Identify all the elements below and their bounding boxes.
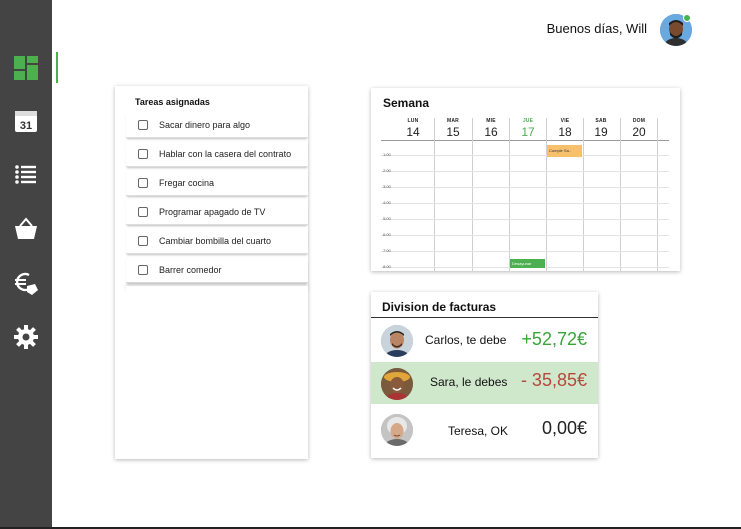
day-header-mar[interactable]: MAR 15	[435, 118, 471, 139]
day-name: MIE	[486, 118, 496, 124]
column-divider	[472, 118, 473, 271]
day-number: 14	[406, 125, 420, 139]
task-list-fade	[126, 286, 308, 292]
bill-amount: 0,00€	[541, 418, 587, 438]
task-item[interactable]: Programar apagado de TV	[126, 199, 308, 225]
column-divider	[509, 118, 510, 271]
euro-hand-icon[interactable]	[10, 267, 42, 299]
hour-line	[381, 155, 669, 156]
task-item[interactable]: Sacar dinero para algo	[126, 112, 308, 138]
bill-person-name: Sara, le debes	[430, 375, 508, 389]
task-item[interactable]: Cambiar bombilla del cuarto	[126, 228, 308, 254]
hour-label: 8:00	[383, 264, 391, 269]
day-name: DOM	[632, 118, 646, 124]
hour-line	[381, 251, 669, 252]
day-name: SAB	[595, 118, 607, 124]
week-title: Semana	[383, 96, 430, 110]
task-label: Cambiar bombilla del cuarto	[159, 235, 272, 246]
task-checkbox[interactable]	[138, 177, 148, 188]
gear-icon[interactable]	[10, 321, 42, 353]
task-checkbox[interactable]	[138, 148, 148, 159]
bill-person-name: Teresa, OK	[448, 424, 509, 438]
calendar-header-line	[381, 140, 669, 141]
tasks-card: Tareas asignadas Sacar dinero para algo …	[115, 86, 308, 459]
day-header-vie[interactable]: VIE 18	[547, 118, 583, 139]
dashboard-icon[interactable]	[10, 52, 42, 84]
column-divider	[546, 118, 547, 271]
bills-title: Division de facturas	[382, 300, 497, 314]
task-item[interactable]: Barrer comedor	[126, 257, 308, 283]
task-label: Barrer comedor	[159, 264, 222, 275]
task-label: Programar apagado de TV	[159, 206, 266, 217]
calendar-event-birthday[interactable]: Cumple Sa..	[547, 145, 582, 157]
avatar	[381, 325, 413, 357]
hour-label: 6:00	[383, 232, 391, 237]
tasks-title: Tareas asignadas	[135, 97, 210, 107]
task-checkbox[interactable]	[138, 264, 148, 275]
hour-label: 5:00	[383, 216, 391, 221]
day-name: JUE	[522, 118, 534, 124]
task-checkbox[interactable]	[138, 235, 148, 246]
bill-row-sara[interactable]: Sara, le debes - 35,85€	[371, 362, 598, 404]
task-label: Hablar con la casera del contrato	[159, 148, 292, 159]
day-number: 19	[594, 125, 608, 139]
day-header-dom[interactable]: DOM 20	[621, 118, 657, 139]
day-header-jue[interactable]: JUE 17	[510, 118, 546, 139]
hour-label: 3:00	[383, 184, 391, 189]
list-icon[interactable]	[10, 159, 42, 191]
task-label: Sacar dinero para algo	[159, 119, 251, 130]
day-header-mie[interactable]: MIE 16	[473, 118, 509, 139]
task-checkbox[interactable]	[138, 206, 148, 217]
day-number: 18	[558, 125, 572, 139]
task-checkbox[interactable]	[138, 119, 148, 130]
day-name: VIE	[560, 118, 570, 124]
calendar-event-breakfast[interactable]: Desayunar	[510, 259, 545, 268]
column-divider	[434, 118, 435, 271]
day-header-lun[interactable]: LUN 14	[395, 118, 431, 139]
column-divider	[657, 118, 658, 271]
day-name: MAR	[447, 118, 459, 124]
online-status-dot	[683, 14, 691, 22]
hour-line	[381, 235, 669, 236]
hour-line	[381, 219, 669, 220]
hour-line	[381, 203, 669, 204]
bill-amount: +52,72€	[521, 329, 587, 349]
basket-icon[interactable]	[10, 213, 42, 245]
day-number: 17	[521, 125, 535, 139]
calendar-badge: 31	[20, 120, 32, 132]
column-divider	[620, 118, 621, 271]
bill-row-carlos[interactable]: Carlos, te debe +52,72€	[371, 319, 598, 361]
app-root: 31 Buenos días, Will Tareas asignadas Sa…	[0, 0, 741, 529]
sidebar: 31	[0, 0, 52, 527]
avatar	[381, 368, 413, 400]
week-card: Semana LUN 14 MAR 15 MIE 16 JUE 17 VIE 1…	[371, 88, 680, 271]
bill-person-name: Carlos, te debe	[425, 333, 507, 347]
day-header-sab[interactable]: SAB 19	[583, 118, 619, 139]
hour-label: 2:00	[383, 168, 391, 173]
day-number: 15	[446, 125, 460, 139]
hour-label: 1:00	[383, 152, 391, 157]
bill-row-teresa[interactable]: Teresa, OK 0,00€	[371, 408, 598, 450]
task-item[interactable]: Fregar cocina	[126, 170, 308, 196]
day-number: 16	[484, 125, 498, 139]
task-item[interactable]: Hablar con la casera del contrato	[126, 141, 308, 167]
active-indicator	[56, 52, 58, 83]
calendar-icon[interactable]: 31	[10, 105, 42, 137]
hour-label: 7:00	[383, 248, 391, 253]
day-number: 20	[632, 125, 646, 139]
hour-line	[381, 171, 669, 172]
avatar	[381, 414, 413, 446]
bills-divider	[371, 317, 598, 318]
bill-amount: - 35,85€	[520, 370, 587, 390]
column-divider	[583, 118, 584, 271]
task-label: Fregar cocina	[159, 177, 215, 188]
day-name: LUN	[407, 118, 419, 124]
hour-line	[381, 187, 669, 188]
hour-label: 4:00	[383, 200, 391, 205]
bills-card: Division de facturas Carlos, te debe +52…	[371, 292, 598, 458]
greeting-text: Buenos días, Will	[546, 21, 647, 36]
